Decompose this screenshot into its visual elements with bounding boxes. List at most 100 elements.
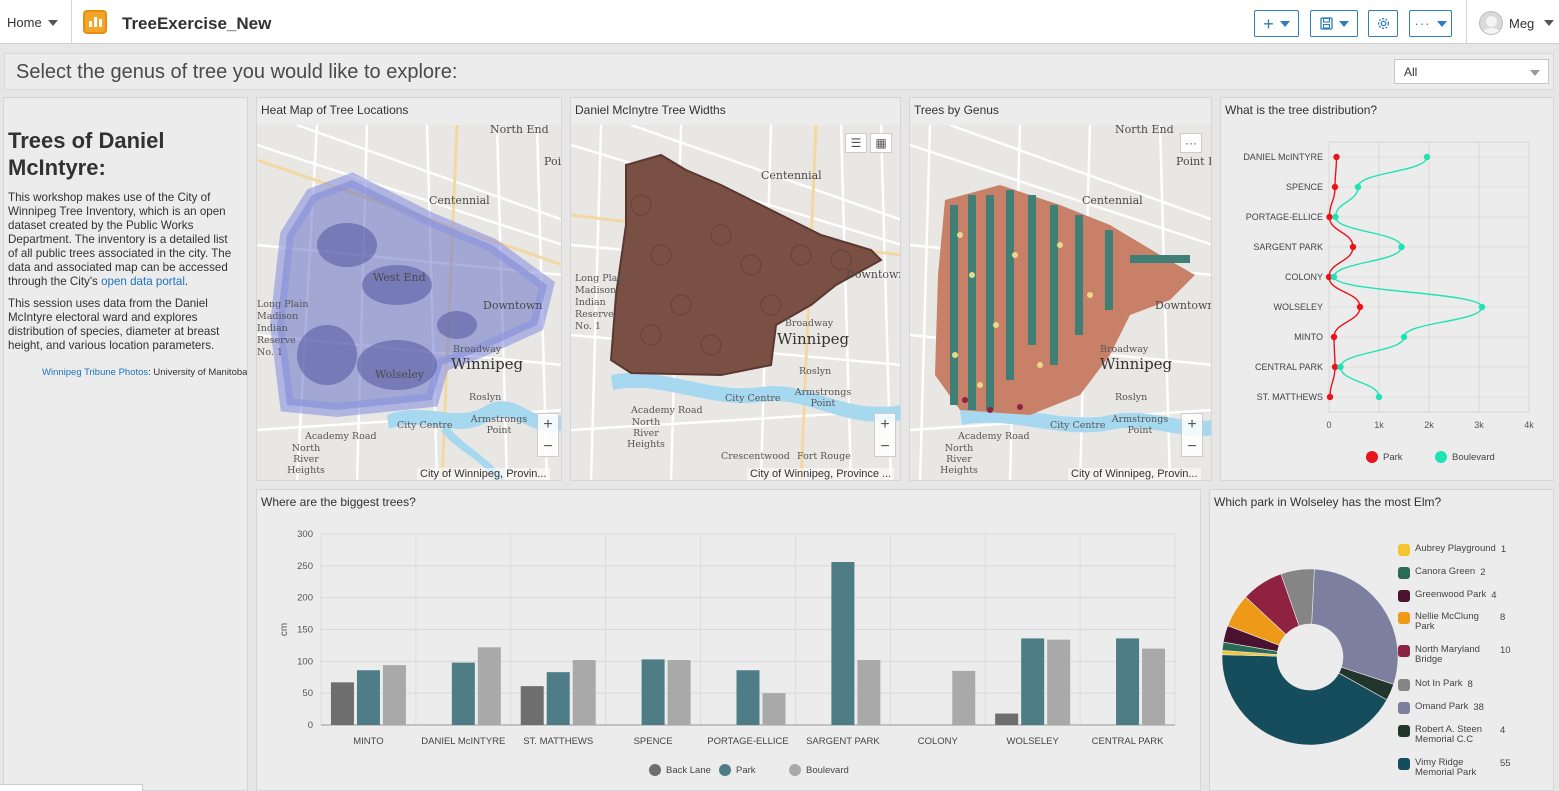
heat-map[interactable]: North End Point D Centennial West End Do… <box>257 125 561 480</box>
map-label: Centennial <box>761 169 822 182</box>
zoom-in-button[interactable]: + <box>875 414 895 436</box>
map-attribution: City of Winnipeg, Provin... <box>417 468 550 480</box>
legend-label: Nellie McClung Park <box>1415 611 1479 632</box>
legend-item-boulevard[interactable]: Boulevard <box>1435 451 1495 463</box>
legend-item[interactable]: Aubrey Playground 1 <box>1398 544 1506 556</box>
legend-item-park[interactable]: Park <box>719 764 756 776</box>
legend-item-boulevard[interactable]: Boulevard <box>789 764 849 776</box>
bar-boulevard <box>952 670 976 725</box>
add-button[interactable]: + <box>1254 10 1299 37</box>
user-menu[interactable]: Meg <box>1479 11 1555 35</box>
y-tick-label: 200 <box>297 593 313 604</box>
save-icon <box>1319 17 1333 30</box>
legend-swatch <box>1398 758 1410 770</box>
legend-label: Park <box>1383 451 1403 463</box>
home-menu[interactable]: Home <box>7 15 58 30</box>
legend-item[interactable]: Omand Park 38 <box>1398 702 1484 714</box>
data-point-park <box>1326 213 1333 221</box>
legend-item-park[interactable]: Park <box>1366 451 1403 463</box>
category-label: WOLSELEY <box>1007 736 1060 747</box>
ellipsis-icon: ··· <box>1185 136 1197 150</box>
legend-value: 10 <box>1500 645 1511 656</box>
legend-swatch <box>1366 451 1378 463</box>
data-point-boulevard <box>1398 243 1405 251</box>
legend-swatch <box>1398 612 1410 624</box>
category-label: PORTAGE-ELLICE <box>1246 212 1323 222</box>
photo-credit-link[interactable]: Winnipeg Tribune Photos <box>42 367 148 378</box>
category-label: DANIEL McINTYRE <box>421 736 505 747</box>
category-label: MINTO <box>353 736 383 747</box>
intro-text: This workshop makes use of the City of W… <box>8 191 232 288</box>
selector-prompt: Select the genus of tree you would like … <box>16 61 458 83</box>
distribution-chart: 0 1k 2k 3k 4k DANIEL McINTYRE SPENCE PORTAGE-EL… <box>1243 141 1534 430</box>
x-tick-label: 1k <box>1374 420 1384 430</box>
gear-icon <box>1377 17 1389 30</box>
map-label: Winnipeg <box>1100 355 1173 373</box>
open-data-portal-link[interactable]: open data portal <box>101 275 185 288</box>
data-point-park <box>1331 363 1339 371</box>
legend-value: 4 <box>1500 725 1506 736</box>
zoom-in-button[interactable]: + <box>1182 414 1202 436</box>
settings-button[interactable] <box>1368 10 1398 37</box>
save-button[interactable] <box>1310 10 1358 37</box>
zoom-in-button[interactable]: + <box>538 414 558 436</box>
legend-label: North Maryland Bridge <box>1415 644 1480 665</box>
legend-item[interactable]: Vimy Ridge Memorial Park 55 <box>1398 758 1511 778</box>
x-tick-label: 3k <box>1474 420 1484 430</box>
map-label: Wolseley <box>375 368 425 381</box>
tree-widths-map[interactable]: Centennial Downtown Winnipeg Broadway Ci… <box>571 125 900 480</box>
legend-swatch <box>649 764 661 776</box>
zoom-out-button[interactable]: − <box>1182 436 1202 458</box>
map-label: North River Heights <box>940 443 978 476</box>
legend-value: 8 <box>1467 679 1473 690</box>
legend-item[interactable]: North Maryland Bridge 10 <box>1398 645 1511 665</box>
avatar <box>1479 11 1503 35</box>
data-point-park <box>1356 303 1364 311</box>
map-label: Downtown <box>483 299 543 312</box>
map-label: North River Heights <box>627 417 665 450</box>
data-point-park <box>1330 333 1338 341</box>
legend-item[interactable]: Robert A. Steen Memorial C.C 4 <box>1398 725 1505 745</box>
genus-selector-bar: Select the genus of tree you would like … <box>4 53 1554 90</box>
bar-boulevard <box>572 660 596 725</box>
panel-title: Trees by Genus <box>914 103 999 117</box>
data-point-boulevard <box>1478 303 1486 311</box>
data-point-boulevard <box>1337 363 1344 371</box>
map-label: Armstrongs Point <box>1111 414 1169 436</box>
chevron-down-icon <box>1279 20 1290 27</box>
legend-item[interactable]: Canora Green 2 <box>1398 567 1486 579</box>
legend-swatch <box>1435 451 1447 463</box>
legend-item[interactable]: Not In Park 8 <box>1398 679 1473 691</box>
data-point-boulevard <box>1423 153 1431 161</box>
data-point-boulevard <box>1330 273 1338 281</box>
legend-item[interactable]: Greenwood Park 4 <box>1398 590 1497 602</box>
legend-button[interactable]: ☰ <box>845 133 867 153</box>
zoom-out-button[interactable]: − <box>875 436 895 458</box>
genus-map[interactable]: North End Point D Centennial Downtown Wi… <box>910 125 1211 480</box>
intro-title: Trees of Daniel McIntyre: <box>8 128 165 180</box>
legend-item-back-lane[interactable]: Back Lane <box>649 764 711 776</box>
data-point-boulevard <box>1375 393 1383 401</box>
status-strip <box>0 784 143 791</box>
layers-button[interactable]: ▦ <box>870 133 892 153</box>
map-options-button[interactable]: ··· <box>1180 133 1202 153</box>
panel-title: Heat Map of Tree Locations <box>261 103 409 117</box>
zoom-out-button[interactable]: − <box>538 436 558 458</box>
legend-label: Robert A. Steen Memorial C.C <box>1415 724 1483 745</box>
legend-swatch <box>1398 725 1410 737</box>
more-options-button[interactable]: ··· <box>1409 10 1452 37</box>
data-point-park <box>1326 393 1334 401</box>
data-point-boulevard <box>1400 333 1408 341</box>
map-label: North End <box>1115 125 1174 136</box>
y-axis-label: cm <box>279 623 290 636</box>
app-title: TreeExercise_New <box>122 14 272 33</box>
map-label: Academy Road <box>305 431 377 442</box>
genus-dropdown[interactable]: All <box>1394 59 1549 84</box>
legend-value: 1 <box>1500 544 1507 555</box>
map-label: Broadway <box>785 318 834 329</box>
bar-boulevard <box>762 693 786 725</box>
legend-value: 8 <box>1500 612 1506 623</box>
legend-item[interactable]: Nellie McClung Park 8 <box>1398 612 1505 632</box>
legend-swatch <box>789 764 801 776</box>
bar-back-lane <box>520 686 544 725</box>
